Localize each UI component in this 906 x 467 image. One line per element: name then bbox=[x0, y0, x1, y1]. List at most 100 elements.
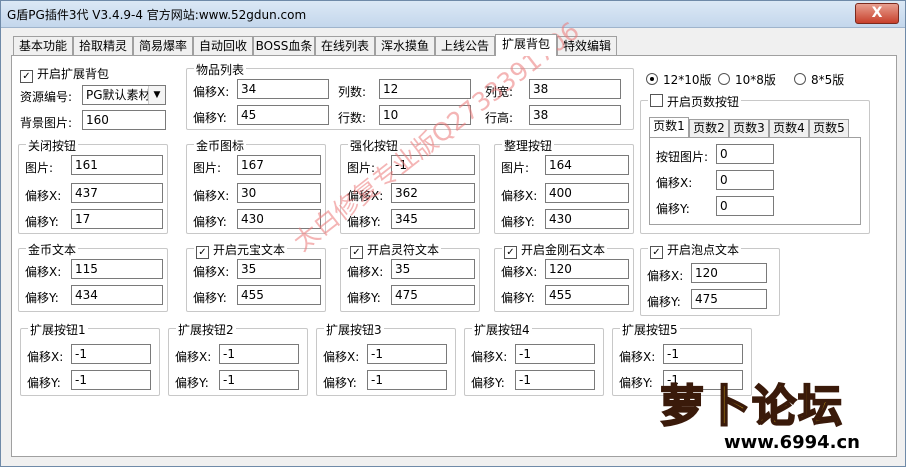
enable-ext-bag-check[interactable]: ✓ bbox=[20, 70, 33, 83]
item-offy-input[interactable] bbox=[237, 105, 329, 125]
close-x-label: 偏移X: bbox=[25, 189, 62, 203]
goldtext-x-input[interactable] bbox=[71, 259, 163, 279]
page-buttons-title[interactable]: 开启页数按钮 bbox=[648, 93, 742, 110]
ext1-y-input[interactable] bbox=[71, 370, 151, 390]
subtab-page1[interactable]: 页数1 bbox=[649, 117, 689, 137]
ext2-y-input[interactable] bbox=[219, 370, 299, 390]
lingfu-y-input[interactable] bbox=[391, 285, 475, 305]
tab-boss-bar[interactable]: BOSS血条 bbox=[253, 36, 315, 55]
item-offy-label: 偏移Y: bbox=[193, 111, 227, 125]
bg-image-input[interactable] bbox=[82, 110, 166, 130]
enable-page-buttons-check[interactable] bbox=[650, 94, 663, 107]
ext2-x-input[interactable] bbox=[219, 344, 299, 364]
close-img-input[interactable] bbox=[71, 155, 163, 175]
yuanbao-x-input[interactable] bbox=[237, 259, 321, 279]
page-x-input[interactable] bbox=[716, 170, 774, 190]
goldtext-y-input[interactable] bbox=[71, 285, 163, 305]
yuanbao-check[interactable]: ✓ bbox=[196, 246, 209, 259]
bg-image-label: 背景图片: bbox=[20, 116, 73, 130]
sort-button-group: 整理按钮 图片: 偏移X: 偏移Y: bbox=[494, 137, 634, 234]
tab-basic[interactable]: 基本功能 bbox=[13, 36, 73, 55]
yuanbao-y-label: 偏移Y: bbox=[193, 291, 227, 305]
tab-droprate[interactable]: 简易爆率 bbox=[133, 36, 193, 55]
bubble-title[interactable]: ✓ 开启泡点文本 bbox=[648, 241, 742, 259]
tab-login-notice[interactable]: 上线公告 bbox=[435, 36, 495, 55]
strengthen-y-input[interactable] bbox=[391, 209, 475, 229]
item-offx-input[interactable] bbox=[237, 79, 329, 99]
close-y-input[interactable] bbox=[71, 209, 163, 229]
layout-radio-10x8[interactable]: 10*8版 bbox=[718, 71, 776, 88]
strengthen-x-input[interactable] bbox=[391, 183, 475, 203]
lingfu-check[interactable]: ✓ bbox=[350, 246, 363, 259]
subtab-page5[interactable]: 页数5 bbox=[809, 119, 849, 137]
ext3-y-input[interactable] bbox=[367, 370, 447, 390]
tab-ext-bag[interactable]: 扩展背包 bbox=[495, 34, 557, 56]
sort-y-input[interactable] bbox=[545, 209, 629, 229]
yuanbao-x-label: 偏移X: bbox=[193, 265, 230, 279]
ext5-x-input[interactable] bbox=[663, 344, 743, 364]
yuanbao-y-input[interactable] bbox=[237, 285, 321, 305]
item-colw-input[interactable] bbox=[529, 79, 621, 99]
bubble-x-input[interactable] bbox=[691, 263, 767, 283]
gold-icon-title: 金币图标 bbox=[194, 137, 247, 154]
page-y-label: 偏移Y: bbox=[656, 202, 690, 216]
sort-x-label: 偏移X: bbox=[501, 189, 538, 203]
item-rowh-input[interactable] bbox=[529, 105, 621, 125]
diamond-check[interactable]: ✓ bbox=[504, 246, 517, 259]
bubble-y-input[interactable] bbox=[691, 289, 767, 309]
tab-online-list[interactable]: 在线列表 bbox=[315, 36, 375, 55]
ext3-x-input[interactable] bbox=[367, 344, 447, 364]
radio-12x10[interactable] bbox=[646, 73, 658, 85]
ext3-title: 扩展按钮3 bbox=[324, 321, 384, 338]
resource-label: 资源编号: bbox=[20, 90, 73, 104]
diamond-title[interactable]: ✓ 开启金刚石文本 bbox=[502, 241, 608, 259]
bubble-check[interactable]: ✓ bbox=[650, 246, 663, 259]
subtab-page4[interactable]: 页数4 bbox=[769, 119, 809, 137]
close-window-button[interactable]: X bbox=[855, 3, 899, 24]
close-x-input[interactable] bbox=[71, 183, 163, 203]
enable-ext-bag-label: 开启扩展背包 bbox=[37, 67, 110, 81]
diamond-y-input[interactable] bbox=[545, 285, 629, 305]
page-y-input[interactable] bbox=[716, 196, 774, 216]
tab-pickup[interactable]: 拾取精灵 bbox=[73, 36, 133, 55]
sort-x-input[interactable] bbox=[545, 183, 629, 203]
forum-logo: 萝卜论坛 www.6994.cn bbox=[659, 370, 896, 462]
enable-ext-bag-checkbox[interactable]: ✓ 开启扩展背包 bbox=[20, 65, 109, 83]
ext4-x-input[interactable] bbox=[515, 344, 595, 364]
gold-x-label: 偏移X: bbox=[193, 189, 230, 203]
bubble-text-group: ✓ 开启泡点文本 偏移X: 偏移Y: bbox=[640, 241, 780, 316]
diamond-y-label: 偏移Y: bbox=[501, 291, 535, 305]
yuanbao-title[interactable]: ✓ 开启元宝文本 bbox=[194, 241, 288, 259]
ext4-y-input[interactable] bbox=[515, 370, 595, 390]
diamond-text-group: ✓ 开启金刚石文本 偏移X: 偏移Y: bbox=[494, 241, 634, 312]
ext4-y-label: 偏移Y: bbox=[471, 376, 505, 390]
sort-img-label: 图片: bbox=[501, 161, 530, 175]
lingfu-x-label: 偏移X: bbox=[347, 265, 384, 279]
bubble-x-label: 偏移X: bbox=[647, 269, 684, 283]
ext1-x-input[interactable] bbox=[71, 344, 151, 364]
logo-url: www.6994.cn bbox=[724, 432, 860, 453]
subtab-page3[interactable]: 页数3 bbox=[729, 119, 769, 137]
ext1-y-label: 偏移Y: bbox=[27, 376, 61, 390]
lingfu-x-input[interactable] bbox=[391, 259, 475, 279]
gold-img-input[interactable] bbox=[237, 155, 321, 175]
sort-title: 整理按钮 bbox=[502, 137, 555, 154]
sort-img-input[interactable] bbox=[545, 155, 629, 175]
tab-fishing[interactable]: 浑水摸鱼 bbox=[375, 36, 435, 55]
tab-recycle[interactable]: 自动回收 bbox=[193, 36, 253, 55]
lingfu-title[interactable]: ✓ 开启灵符文本 bbox=[348, 241, 442, 259]
page-img-input[interactable] bbox=[716, 144, 774, 164]
diamond-x-input[interactable] bbox=[545, 259, 629, 279]
chevron-down-icon[interactable]: ▼ bbox=[148, 86, 165, 104]
radio-10x8[interactable] bbox=[718, 73, 730, 85]
layout-radio-12x10[interactable]: 12*10版 bbox=[646, 71, 712, 88]
subtab-page2[interactable]: 页数2 bbox=[689, 119, 729, 137]
ext-button-4-group: 扩展按钮4 偏移X: 偏移Y: bbox=[464, 321, 604, 396]
radio-8x5[interactable] bbox=[794, 73, 806, 85]
resource-select[interactable]: PG默认素材 ▼ bbox=[82, 85, 166, 105]
gold-x-input[interactable] bbox=[237, 183, 321, 203]
layout-radio-8x5[interactable]: 8*5版 bbox=[794, 71, 844, 88]
title-bar: G盾PG插件3代 V3.4.9-4 官方网站:www.52gdun.com X bbox=[1, 1, 905, 28]
diamond-x-label: 偏移X: bbox=[501, 265, 538, 279]
layout-10x8-label: 10*8版 bbox=[735, 73, 776, 87]
